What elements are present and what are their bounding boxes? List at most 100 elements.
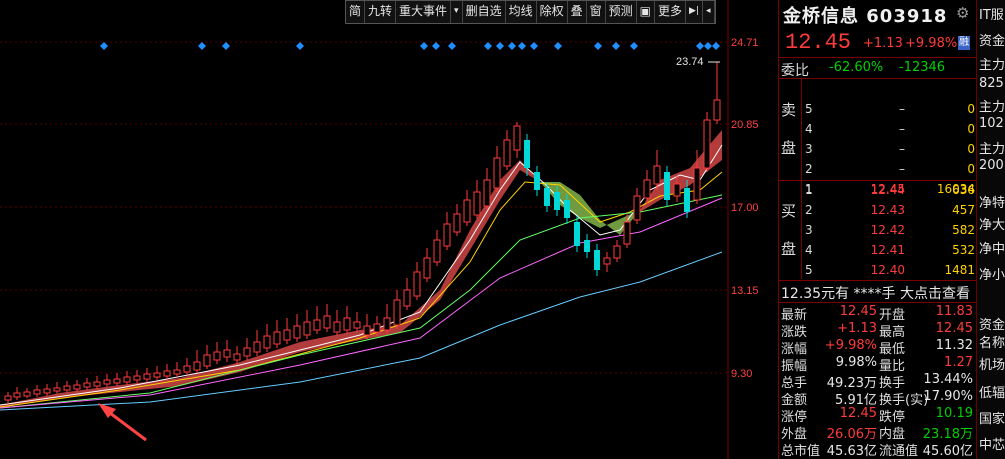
sell-row[interactable]: 2 – 0	[805, 160, 975, 180]
candle-body	[253, 341, 261, 353]
event-diamond-icon	[530, 42, 538, 50]
candle-body	[273, 331, 281, 345]
buy-row[interactable]: 5 12.40 1481	[805, 261, 975, 281]
order-volume: 532	[952, 243, 975, 257]
sell-row[interactable]: 3 – 0	[805, 140, 975, 160]
toolbar-simple-button[interactable]: 简	[346, 1, 366, 23]
candle-body	[353, 321, 361, 329]
side-item[interactable]: 资金	[979, 30, 1005, 49]
event-diamond-icon	[612, 42, 620, 50]
side-item[interactable]: 资金	[979, 314, 1005, 333]
candle-body	[263, 335, 271, 349]
right-side-panel: IT服 资金 主力 825 主力 102 主力 200 净特 净大 净中 净小 资金 名称 机场 低辐 国家 中芯	[976, 0, 1005, 459]
ma-ribbon	[0, 130, 723, 411]
margin-badge: 融	[958, 36, 970, 50]
candle-body	[303, 321, 311, 336]
side-item[interactable]: 主力	[979, 96, 1005, 115]
buy-row[interactable]: 3 12.42 582	[805, 221, 975, 241]
side-item[interactable]: 中芯	[979, 434, 1005, 453]
stock-code: 603918	[866, 6, 948, 27]
toolbar-remove-watchlist-button[interactable]: 删自选	[463, 1, 506, 23]
order-price: –	[899, 142, 905, 156]
candle-body	[613, 245, 621, 259]
side-item[interactable]: 名称	[979, 332, 1005, 351]
side-item[interactable]: 主力	[979, 54, 1005, 73]
side-item[interactable]: 净中	[979, 238, 1005, 257]
side-item[interactable]: 净特	[979, 192, 1005, 211]
sell-row[interactable]: 4 – 0	[805, 120, 975, 140]
dropdown-arrow-icon[interactable]: ▾	[451, 1, 463, 23]
event-diamond-icon	[630, 42, 638, 50]
candle-body	[333, 321, 341, 333]
buy-row[interactable]: 1 12.44 636	[805, 181, 975, 201]
play-end-icon[interactable]: ▶|	[686, 1, 703, 23]
grid-icon[interactable]: ▣	[637, 1, 656, 23]
arrow-left-icon[interactable]: ◂	[703, 1, 715, 23]
side-item[interactable]: 200	[979, 158, 1004, 173]
side-item[interactable]: 825	[979, 76, 1004, 91]
side-item[interactable]: 净小	[979, 264, 1005, 283]
level: 5	[805, 102, 813, 116]
candle-body	[564, 200, 570, 218]
toolbar-more-button[interactable]: 更多	[655, 1, 687, 23]
candle-body	[493, 157, 501, 189]
candle-body	[373, 323, 381, 333]
stat-value: 45.60亿	[922, 444, 973, 459]
candle-body	[323, 315, 331, 329]
stat-value: 9.98%	[835, 355, 877, 370]
candle-body	[594, 250, 600, 270]
stock-name: 金桥信息	[783, 6, 859, 27]
toolbar-window-button[interactable]: 窗	[587, 1, 606, 23]
toolbar-major-events-button[interactable]: 重大事件	[396, 1, 452, 23]
stat-row: 最新 12.45 开盘 11.83	[779, 304, 976, 323]
event-diamond-icon	[448, 42, 456, 50]
candle-body	[684, 188, 690, 212]
order-volume: 1481	[944, 263, 975, 277]
side-item[interactable]: IT服	[979, 4, 1004, 23]
event-diamond-icon	[198, 42, 206, 50]
candle-body	[623, 221, 631, 245]
candle-body	[503, 139, 511, 167]
side-item[interactable]: 净大	[979, 214, 1005, 233]
sell-row[interactable]: 5 – 0	[805, 100, 975, 120]
toolbar-overlay-button[interactable]: 叠	[568, 1, 587, 23]
order-price: –	[899, 122, 905, 136]
candle-body	[13, 392, 21, 398]
toolbar-jiuzhuan-button[interactable]: 九转	[365, 1, 397, 23]
event-diamond-icon	[296, 42, 304, 50]
big-order-hint[interactable]: 12.35元有 ****手 大点击查看	[781, 283, 970, 303]
sell-label-1: 卖	[781, 101, 797, 119]
side-item[interactable]: 主力	[979, 138, 1005, 157]
toolbar-ma-button[interactable]: 均线	[506, 1, 537, 23]
kline-chart[interactable]: 24.71 20.85 17.00 13.15 9.30 23.74	[0, 0, 778, 459]
gear-icon[interactable]: ⚙	[956, 4, 969, 22]
candle-body	[433, 239, 441, 263]
candle-body	[574, 222, 580, 246]
buy-row[interactable]: 4 12.41 532	[805, 241, 975, 261]
candle-body	[213, 351, 221, 361]
level: 4	[805, 122, 813, 136]
stat-value: 11.32	[935, 338, 973, 353]
candle-body	[103, 379, 111, 385]
side-item[interactable]: 国家	[979, 408, 1005, 427]
level: 3	[805, 142, 813, 156]
candle-body	[53, 387, 61, 392]
candle-body	[123, 376, 131, 383]
order-price: 12.43	[870, 203, 905, 217]
price-change: +1.13	[863, 36, 903, 51]
order-price: –	[899, 102, 905, 116]
event-diamond-icon	[696, 42, 704, 50]
side-item[interactable]: 机场	[979, 354, 1005, 373]
divider	[779, 302, 976, 303]
candle-body	[63, 385, 71, 391]
toolbar-forecast-button[interactable]: 预测	[606, 1, 637, 23]
toolbar-exright-button[interactable]: 除权	[537, 1, 568, 23]
stock-title: 金桥信息 603918	[783, 2, 947, 28]
side-item[interactable]: 低辐	[979, 382, 1005, 401]
buy-row[interactable]: 2 12.43 457	[805, 201, 975, 221]
candle-body	[113, 378, 121, 384]
quote-panel: 金桥信息 603918 ⚙ 12.45 +1.13 +9.98% 融 委比 -6…	[779, 0, 976, 459]
side-item[interactable]: 102	[979, 116, 1004, 131]
candle-body	[153, 372, 161, 378]
candle-body	[534, 172, 540, 190]
